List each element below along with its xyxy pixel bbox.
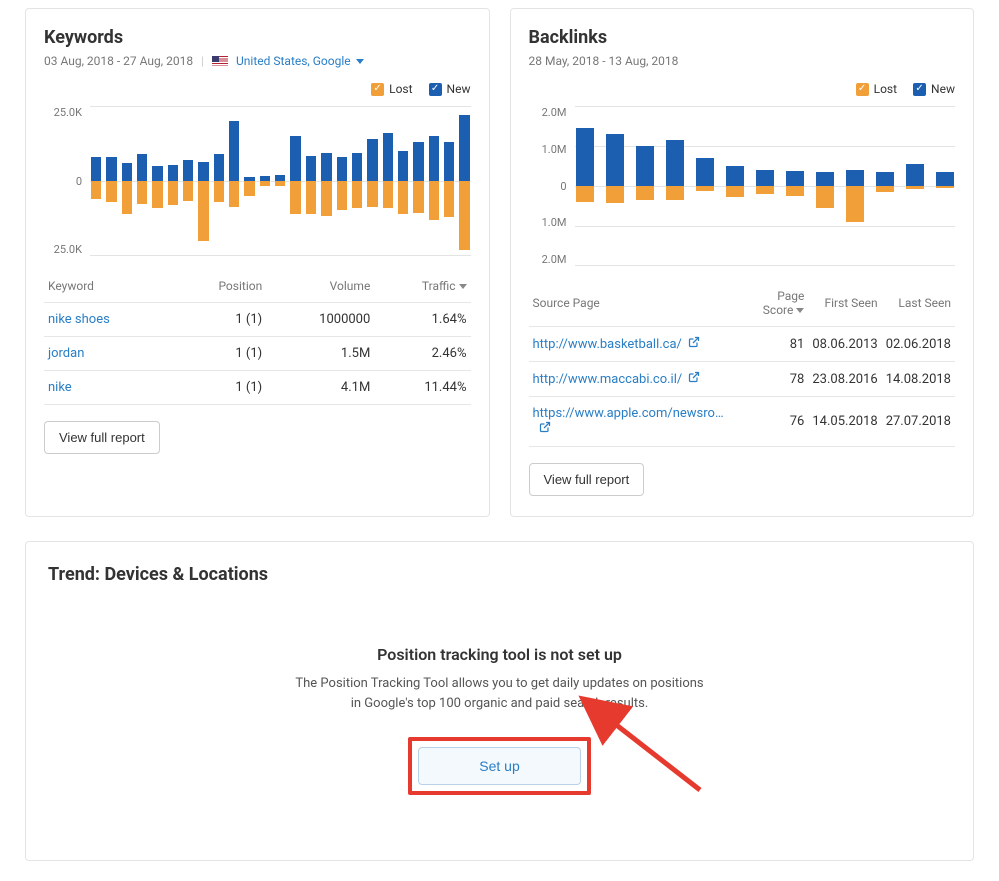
backlinks-full-report-button[interactable]: View full report [529,463,645,496]
table-row: http://www.basketball.ca/8108.06.201302.… [529,327,956,362]
external-link-icon[interactable] [688,336,700,348]
source-link[interactable]: http://www.maccabi.co.il/ [533,372,683,387]
backlinks-date-range: 28 May, 2018 - 13 Aug, 2018 [529,54,679,68]
first-seen-cell: 23.08.2016 [808,362,881,397]
score-cell: 81 [740,327,808,362]
legend-lost-toggle[interactable]: Lost [371,82,412,96]
last-seen-cell: 27.07.2018 [882,397,955,447]
external-link-icon[interactable] [539,421,551,433]
source-link[interactable]: https://www.apple.com/newsro… [533,406,724,421]
col-source[interactable]: Source Page [529,280,741,327]
external-link-icon[interactable] [688,371,700,383]
trend-card: Trend: Devices & Locations Position trac… [25,541,974,861]
legend-lost-toggle[interactable]: Lost [856,82,897,96]
col-keyword[interactable]: Keyword [44,270,172,303]
region-selector[interactable]: United States, Google [236,54,364,68]
score-cell: 76 [740,397,808,447]
score-cell: 78 [740,362,808,397]
backlinks-card: Backlinks 28 May, 2018 - 13 Aug, 2018 Lo… [510,8,975,517]
checkbox-icon [371,83,384,96]
chevron-down-icon [356,59,364,64]
col-traffic[interactable]: Traffic [374,270,470,303]
y-axis: 25.0K 0 25.0K [44,106,86,256]
position-cell: 1 (1) [172,303,267,337]
col-first[interactable]: First Seen [808,280,881,327]
backlinks-subline: 28 May, 2018 - 13 Aug, 2018 [529,54,956,68]
col-volume[interactable]: Volume [266,270,374,303]
legend-new-toggle[interactable]: New [429,82,471,96]
table-row: https://www.apple.com/newsro… 7614.05.201… [529,397,956,447]
traffic-cell: 1.64% [374,303,470,337]
legend-lost-label: Lost [874,82,897,96]
col-last[interactable]: Last Seen [882,280,955,327]
legend-new-label: New [447,82,471,96]
trend-description: The Position Tracking Tool allows you to… [290,674,710,713]
keywords-chart: 25.0K 0 25.0K [44,106,471,256]
trend-title: Trend: Devices & Locations [48,564,951,585]
sort-desc-icon [796,308,804,313]
sort-desc-icon [459,284,467,289]
position-cell: 1 (1) [172,371,267,405]
legend-lost-label: Lost [389,82,412,96]
col-position[interactable]: Position [172,270,267,303]
last-seen-cell: 02.06.2018 [882,327,955,362]
backlinks-title: Backlinks [529,27,956,48]
keywords-legend: Lost New [44,82,471,96]
backlinks-table: Source Page Page Score First Seen Last S… [529,280,956,447]
checkbox-icon [429,83,442,96]
first-seen-cell: 14.05.2018 [808,397,881,447]
last-seen-cell: 14.08.2018 [882,362,955,397]
keywords-table: Keyword Position Volume Traffic nike sho… [44,270,471,405]
divider: | [201,54,204,68]
table-row: nike 1 (1)4.1M11.44% [44,371,471,405]
table-row: jordan 1 (1)1.5M2.46% [44,337,471,371]
keywords-full-report-button[interactable]: View full report [44,421,160,454]
table-row: nike shoes 1 (1)10000001.64% [44,303,471,337]
keywords-subline: 03 Aug, 2018 - 27 Aug, 2018 | United Sta… [44,54,471,68]
volume-cell: 1.5M [266,337,374,371]
keyword-link[interactable]: nike shoes [48,312,110,327]
us-flag-icon [212,56,228,67]
volume-cell: 1000000 [266,303,374,337]
volume-cell: 4.1M [266,371,374,405]
region-label: United States, Google [236,54,351,68]
backlinks-chart: 2.0M1.0M01.0M2.0M [529,106,956,266]
source-link[interactable]: http://www.basketball.ca/ [533,337,682,352]
keywords-card: Keywords 03 Aug, 2018 - 27 Aug, 2018 | U… [25,8,490,517]
checkbox-icon [913,83,926,96]
legend-new-toggle[interactable]: New [913,82,955,96]
backlinks-legend: Lost New [529,82,956,96]
traffic-cell: 11.44% [374,371,470,405]
checkbox-icon [856,83,869,96]
keyword-link[interactable]: nike [48,380,72,395]
trend-heading: Position tracking tool is not set up [48,645,951,664]
traffic-cell: 2.46% [374,337,470,371]
trend-empty-state: Position tracking tool is not set up The… [48,645,951,795]
col-score[interactable]: Page Score [740,280,808,327]
table-row: http://www.maccabi.co.il/7823.08.201614.… [529,362,956,397]
y-axis: 2.0M1.0M01.0M2.0M [529,106,571,266]
position-cell: 1 (1) [172,337,267,371]
keywords-title: Keywords [44,27,471,48]
keywords-date-range: 03 Aug, 2018 - 27 Aug, 2018 [44,54,193,68]
first-seen-cell: 08.06.2013 [808,327,881,362]
setup-button[interactable]: Set up [418,747,580,785]
legend-new-label: New [931,82,955,96]
setup-highlight-box: Set up [408,737,590,795]
keyword-link[interactable]: jordan [48,346,84,361]
